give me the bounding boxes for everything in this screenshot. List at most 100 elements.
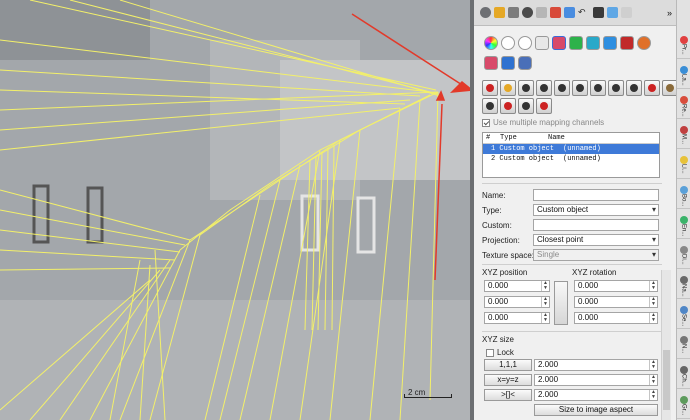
- link-icon[interactable]: [535, 36, 549, 50]
- checkbox-icon[interactable]: [501, 56, 515, 70]
- redo-icon[interactable]: ↶: [578, 7, 590, 18]
- render-icon[interactable]: [593, 7, 604, 18]
- blue-cube-icon[interactable]: [603, 36, 617, 50]
- point-icon[interactable]: [550, 7, 561, 18]
- use-multiple-checkbox[interactable]: [482, 118, 490, 127]
- tab-layers[interactable]: La...: [677, 64, 690, 89]
- cylinder-mapping-icon[interactable]: [536, 80, 552, 96]
- texture-space-select[interactable]: Single: [533, 249, 659, 261]
- type-select[interactable]: Custom object: [533, 204, 659, 216]
- tab-grasshopper[interactable]: Gr...: [677, 394, 690, 419]
- size-111-button[interactable]: 1,1,1: [484, 359, 532, 371]
- size-z-input[interactable]: 2.000 ▲ ▼: [534, 389, 658, 401]
- tab-book[interactable]: Bo...: [677, 184, 690, 209]
- toolbar-more-icon[interactable]: »: [667, 8, 672, 18]
- tab-named-views[interactable]: Na...: [677, 274, 690, 299]
- spinner-arrows-icon[interactable]: ▲ ▼: [541, 281, 549, 291]
- select-icon[interactable]: [564, 7, 575, 18]
- unwrap-mapping-icon[interactable]: [626, 80, 642, 96]
- color-wheel-icon[interactable]: [484, 36, 498, 50]
- rotation-y-input[interactable]: 0.000 ▲ ▼: [574, 296, 658, 308]
- position-z-input[interactable]: 0.000 ▲ ▼: [484, 312, 550, 324]
- tab-label: En...: [680, 224, 687, 237]
- move-mapping-icon[interactable]: [482, 98, 498, 114]
- spinner-arrows-icon[interactable]: ▲ ▼: [541, 297, 549, 307]
- tab-icon: [679, 366, 688, 374]
- teapot-icon[interactable]: [607, 7, 618, 18]
- orange-sphere-icon[interactable]: [637, 36, 651, 50]
- rotation-z-input[interactable]: 0.000 ▲ ▼: [574, 312, 658, 324]
- spinner-arrows-icon[interactable]: ▲ ▼: [649, 313, 657, 323]
- box-mapping-icon[interactable]: [500, 80, 516, 96]
- spinner-arrows-icon[interactable]: ▲ ▼: [649, 375, 657, 385]
- spinner-arrows-icon[interactable]: ▲ ▼: [649, 281, 657, 291]
- tab-environments[interactable]: En...: [677, 214, 690, 239]
- table-row[interactable]: 2 Custom object (unnamed): [483, 154, 659, 164]
- help-icon[interactable]: [621, 7, 632, 18]
- capped-mapping-icon[interactable]: [590, 80, 606, 96]
- tab-materials[interactable]: M...: [677, 124, 690, 149]
- lock-checkbox[interactable]: [486, 348, 494, 357]
- panel-scrollbar[interactable]: [661, 270, 671, 420]
- size-xyz-equal-button[interactable]: x=y=z: [484, 374, 532, 386]
- size-y-input[interactable]: 2.000 ▲ ▼: [534, 374, 658, 386]
- xyz-position-label: XYZ position: [482, 268, 528, 277]
- match-mapping-icon[interactable]: [518, 98, 534, 114]
- link-position-rotation-button[interactable]: [554, 281, 568, 325]
- remove-mapping-icon[interactable]: [536, 98, 552, 114]
- green-cube-icon[interactable]: [569, 36, 583, 50]
- tab-properties[interactable]: Pr...: [677, 34, 690, 59]
- rotation-x-value: 0.000: [578, 281, 599, 290]
- use-multiple-channels[interactable]: Use multiple mapping channels: [482, 118, 604, 127]
- spinner-arrows-icon[interactable]: ▲ ▼: [649, 297, 657, 307]
- tab-display[interactable]: Di...: [677, 244, 690, 269]
- tab-rendering[interactable]: Re...: [677, 94, 690, 119]
- tab-sections[interactable]: Se...: [677, 304, 690, 329]
- hand-icon[interactable]: [536, 7, 547, 18]
- tab-label: Se...: [680, 314, 687, 327]
- size-fit-button[interactable]: >[]<: [484, 389, 532, 401]
- lock-toggle[interactable]: Lock: [486, 348, 514, 357]
- scrollbar-thumb[interactable]: [663, 350, 670, 410]
- uv-mapping-icon[interactable]: [608, 80, 624, 96]
- position-y-value: 0.000: [488, 297, 509, 306]
- rotation-z-value: 0.000: [578, 313, 599, 322]
- show-mapping-icon[interactable]: [500, 98, 516, 114]
- custom-field[interactable]: [533, 219, 659, 231]
- viewport[interactable]: 2 cm: [0, 0, 470, 420]
- texture-mapping-icon[interactable]: [552, 36, 566, 50]
- position-x-input[interactable]: 0.000 ▲ ▼: [484, 280, 550, 292]
- size-to-image-aspect-button[interactable]: Size to image aspect: [534, 404, 658, 416]
- projection-select[interactable]: Closest point: [533, 234, 659, 246]
- texture-icon[interactable]: [644, 80, 660, 96]
- mapping-channel-table[interactable]: # Type Name 1 Custom object (unnamed) 2 …: [482, 132, 660, 178]
- surface-mapping-icon[interactable]: [554, 80, 570, 96]
- divider: [482, 183, 662, 184]
- spinner-arrows-icon[interactable]: ▲ ▼: [649, 360, 657, 370]
- info-icon[interactable]: [518, 36, 532, 50]
- decal-icon[interactable]: [484, 56, 498, 70]
- name-field[interactable]: [533, 189, 659, 201]
- red-box-icon[interactable]: [620, 36, 634, 50]
- undo-icon[interactable]: [480, 7, 491, 18]
- size-x-input[interactable]: 2.000 ▲ ▼: [534, 359, 658, 371]
- spinner-arrows-icon[interactable]: ▲ ▼: [541, 313, 549, 323]
- cyan-cube-icon[interactable]: [586, 36, 600, 50]
- planar-mapping-icon[interactable]: [482, 80, 498, 96]
- curve-icon[interactable]: [508, 7, 519, 18]
- database-icon[interactable]: [518, 56, 532, 70]
- tab-label: Na...: [680, 284, 687, 297]
- table-row[interactable]: 1 Custom object (unnamed): [483, 144, 659, 154]
- tab-notes[interactable]: N...: [677, 334, 690, 359]
- lightning-icon[interactable]: [494, 7, 505, 18]
- spinner-arrows-icon[interactable]: ▲ ▼: [649, 390, 657, 400]
- scale-line: [404, 394, 452, 398]
- rotation-x-input[interactable]: 0.000 ▲ ▼: [574, 280, 658, 292]
- tab-lights[interactable]: Li...: [677, 154, 690, 179]
- tab-channels[interactable]: Ch...: [677, 364, 690, 389]
- sphere-icon[interactable]: [522, 7, 533, 18]
- material-icon[interactable]: [501, 36, 515, 50]
- position-y-input[interactable]: 0.000 ▲ ▼: [484, 296, 550, 308]
- sphere-mapping-icon[interactable]: [518, 80, 534, 96]
- custom-mapping-icon[interactable]: [572, 80, 588, 96]
